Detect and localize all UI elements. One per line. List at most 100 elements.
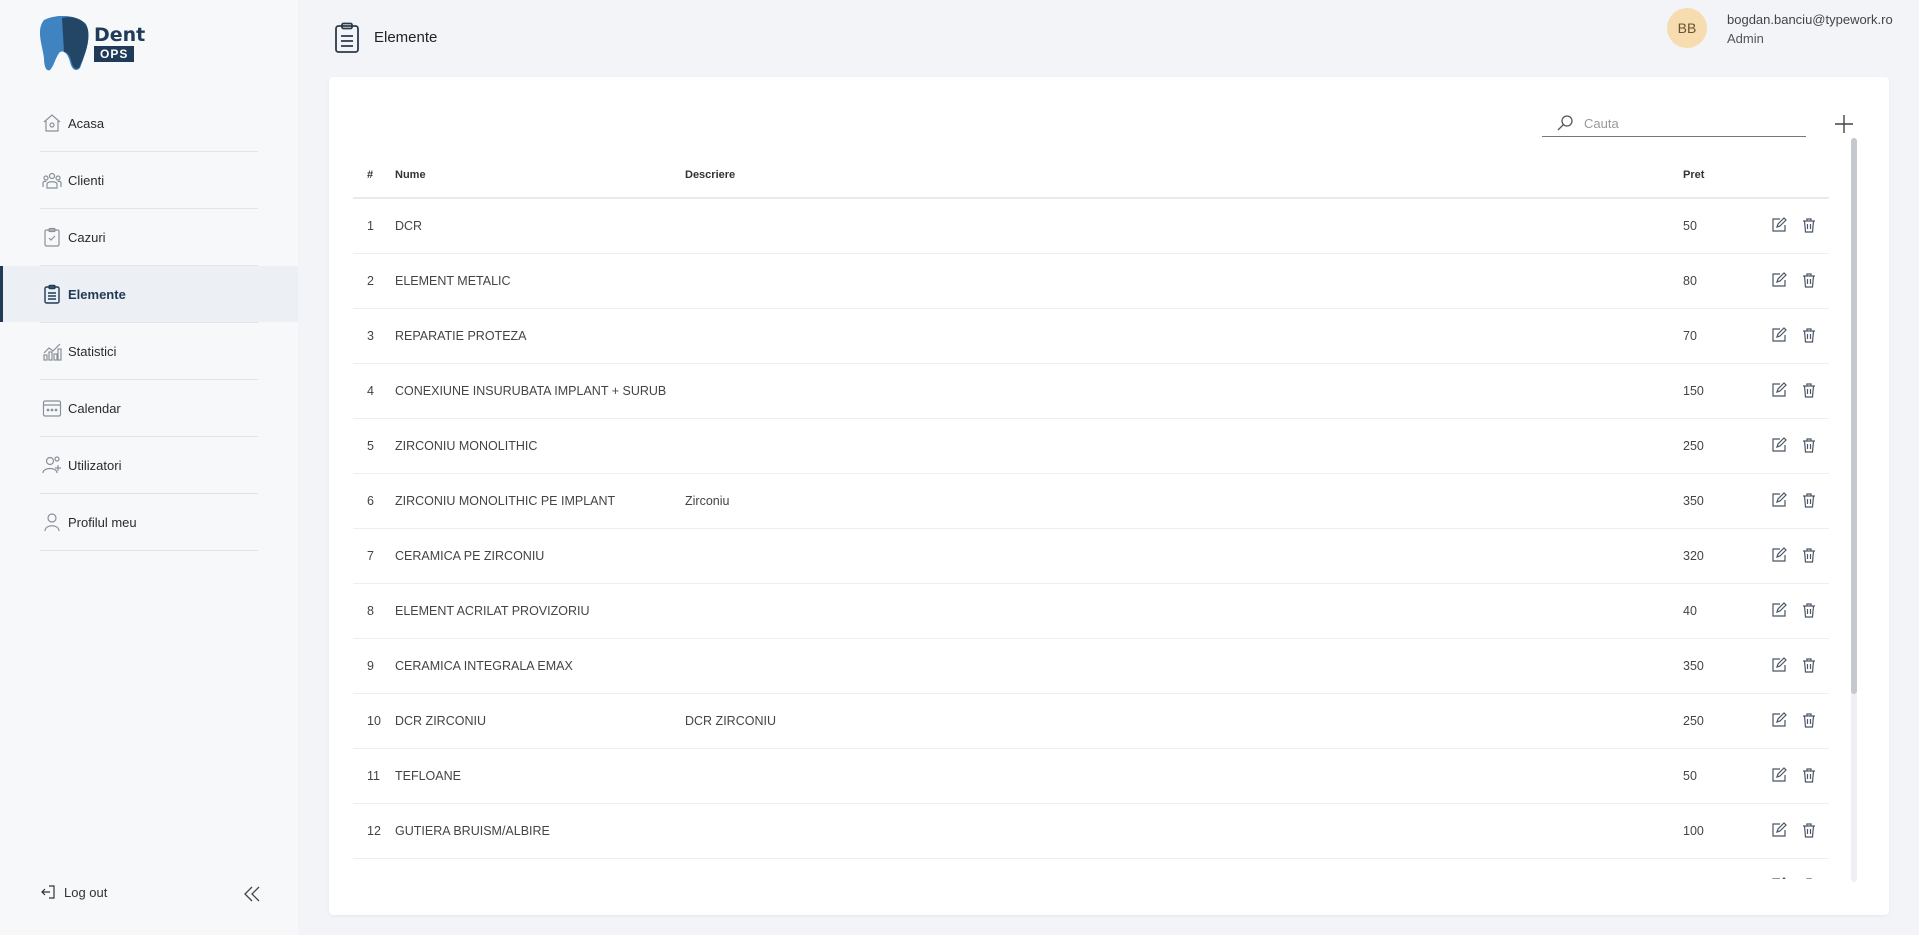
row-name: REPARATIE PROTEZA bbox=[395, 329, 527, 343]
sidebar-item-acasa[interactable]: Acasa bbox=[0, 95, 258, 152]
table-row[interactable]: 12 GUTIERA BRUISM/ALBIRE 100 bbox=[353, 804, 1829, 859]
delete-button[interactable] bbox=[1801, 217, 1817, 233]
search-field[interactable] bbox=[1542, 110, 1806, 137]
trash-icon bbox=[1803, 438, 1815, 453]
row-name: CONEXIUNE INSURUBATA IMPLANT + SURUB bbox=[395, 384, 667, 398]
column-header-description[interactable]: Descriere bbox=[685, 169, 735, 181]
delete-button[interactable] bbox=[1801, 272, 1817, 288]
sidebar-item-utilizatori[interactable]: Utilizatori bbox=[0, 437, 258, 494]
edit-button[interactable] bbox=[1771, 877, 1787, 879]
edit-button[interactable] bbox=[1771, 382, 1787, 398]
edit-button[interactable] bbox=[1771, 272, 1787, 288]
row-name: ELEMENT METALIC bbox=[395, 274, 511, 288]
edit-button[interactable] bbox=[1771, 437, 1787, 453]
table-row[interactable]: 2 ELEMENT METALIC 80 bbox=[353, 254, 1829, 309]
collapse-sidebar-button[interactable] bbox=[242, 884, 262, 909]
logout-button[interactable]: Log out bbox=[40, 884, 107, 900]
row-price: 100 bbox=[1683, 824, 1704, 838]
edit-button[interactable] bbox=[1771, 767, 1787, 783]
sidebar-item-label: Statistici bbox=[68, 343, 117, 359]
sidebar-item-label: Elemente bbox=[68, 286, 126, 302]
edit-button[interactable] bbox=[1771, 822, 1787, 838]
row-price: 350 bbox=[1683, 494, 1704, 508]
edit-button[interactable] bbox=[1771, 712, 1787, 728]
search-icon bbox=[1556, 114, 1574, 137]
table-body: 1 DCR 50 2 ELEMENT METALIC 80 3 REPARATI… bbox=[353, 199, 1829, 879]
app-logo[interactable]: Dent OPS bbox=[38, 15, 148, 74]
delete-button[interactable] bbox=[1801, 877, 1817, 879]
add-element-button[interactable] bbox=[1833, 113, 1855, 135]
table-row[interactable]: 6 ZIRCONIU MONOLITHIC PE IMPLANT Zirconi… bbox=[353, 474, 1829, 529]
table-scrollbar[interactable] bbox=[1851, 138, 1857, 882]
edit-button[interactable] bbox=[1771, 547, 1787, 563]
trash-icon bbox=[1803, 768, 1815, 783]
avatar[interactable]: BB bbox=[1667, 8, 1707, 48]
delete-button[interactable] bbox=[1801, 437, 1817, 453]
user-role: Admin bbox=[1727, 31, 1764, 46]
row-name: CERAMICA INTEGRALA EMAX bbox=[395, 659, 573, 673]
page-title-icon bbox=[334, 22, 360, 59]
column-header-name[interactable]: Nume bbox=[395, 169, 426, 181]
sidebar-item-elemente[interactable]: Elemente bbox=[0, 266, 298, 323]
sidebar-item-label: Clienti bbox=[68, 172, 105, 188]
edit-icon bbox=[1772, 217, 1787, 232]
trash-icon bbox=[1803, 493, 1815, 508]
user-icon bbox=[42, 512, 62, 532]
trash-icon bbox=[1803, 658, 1815, 673]
delete-button[interactable] bbox=[1801, 712, 1817, 728]
table-row[interactable]: 3 REPARATIE PROTEZA 70 bbox=[353, 309, 1829, 364]
sidebar-item-label: Calendar bbox=[68, 400, 121, 416]
delete-button[interactable] bbox=[1801, 767, 1817, 783]
row-index: 9 bbox=[367, 659, 374, 673]
row-index: 8 bbox=[367, 604, 374, 618]
edit-button[interactable] bbox=[1771, 657, 1787, 673]
trash-icon bbox=[1803, 218, 1815, 233]
edit-icon bbox=[1772, 877, 1786, 879]
search-input[interactable] bbox=[1582, 112, 1796, 134]
table-row[interactable]: 1 DCR 50 bbox=[353, 199, 1829, 254]
delete-button[interactable] bbox=[1801, 327, 1817, 343]
column-header-index[interactable]: # bbox=[367, 169, 373, 181]
sidebar-item-clienti[interactable]: Clienti bbox=[0, 152, 258, 209]
row-description: DCR ZIRCONIU bbox=[685, 714, 776, 728]
sidebar-item-label: Cazuri bbox=[68, 229, 106, 245]
delete-button[interactable] bbox=[1801, 822, 1817, 838]
trash-icon bbox=[1803, 603, 1815, 618]
sidebar-item-calendar[interactable]: Calendar bbox=[0, 380, 258, 437]
sidebar-item-statistici[interactable]: Statistici bbox=[0, 323, 258, 380]
sidebar-item-profilul-meu[interactable]: Profilul meu bbox=[0, 494, 258, 551]
edit-icon bbox=[1772, 602, 1787, 617]
delete-button[interactable] bbox=[1801, 547, 1817, 563]
row-price: 350 bbox=[1683, 659, 1704, 673]
logout-icon bbox=[41, 885, 55, 899]
table-row[interactable]: 9 CERAMICA INTEGRALA EMAX 350 bbox=[353, 639, 1829, 694]
edit-button[interactable] bbox=[1771, 492, 1787, 508]
row-name: TEFLOANE bbox=[395, 769, 461, 783]
plus-icon bbox=[1835, 115, 1853, 133]
table-row[interactable]: 10 DCR ZIRCONIU DCR ZIRCONIU 250 bbox=[353, 694, 1829, 749]
table-row[interactable]: 13 REPARATIE PROTEZA+CROSET 75 bbox=[353, 859, 1829, 879]
column-header-price[interactable]: Pret bbox=[1683, 169, 1704, 181]
row-index: 2 bbox=[367, 274, 374, 288]
user-email: bogdan.banciu@typework.ro bbox=[1727, 12, 1893, 27]
home-icon bbox=[42, 113, 62, 133]
sidebar-item-label: Acasa bbox=[68, 115, 105, 131]
delete-button[interactable] bbox=[1801, 492, 1817, 508]
table-row[interactable]: 5 ZIRCONIU MONOLITHIC 250 bbox=[353, 419, 1829, 474]
table-row[interactable]: 7 CERAMICA PE ZIRCONIU 320 bbox=[353, 529, 1829, 584]
row-name: ELEMENT ACRILAT PROVIZORIU bbox=[395, 604, 590, 618]
edit-button[interactable] bbox=[1771, 327, 1787, 343]
table-row[interactable]: 4 CONEXIUNE INSURUBATA IMPLANT + SURUB 1… bbox=[353, 364, 1829, 419]
delete-button[interactable] bbox=[1801, 602, 1817, 618]
table-row[interactable]: 11 TEFLOANE 50 bbox=[353, 749, 1829, 804]
row-index: 10 bbox=[367, 714, 381, 728]
sidebar-item-cazuri[interactable]: Cazuri bbox=[0, 209, 258, 266]
delete-button[interactable] bbox=[1801, 657, 1817, 673]
edit-button[interactable] bbox=[1771, 602, 1787, 618]
edit-button[interactable] bbox=[1771, 217, 1787, 233]
tooth-logo-icon bbox=[39, 15, 89, 71]
table-row[interactable]: 8 ELEMENT ACRILAT PROVIZORIU 40 bbox=[353, 584, 1829, 639]
delete-button[interactable] bbox=[1801, 382, 1817, 398]
trash-icon bbox=[1803, 328, 1815, 343]
scrollbar-thumb[interactable] bbox=[1851, 138, 1857, 694]
